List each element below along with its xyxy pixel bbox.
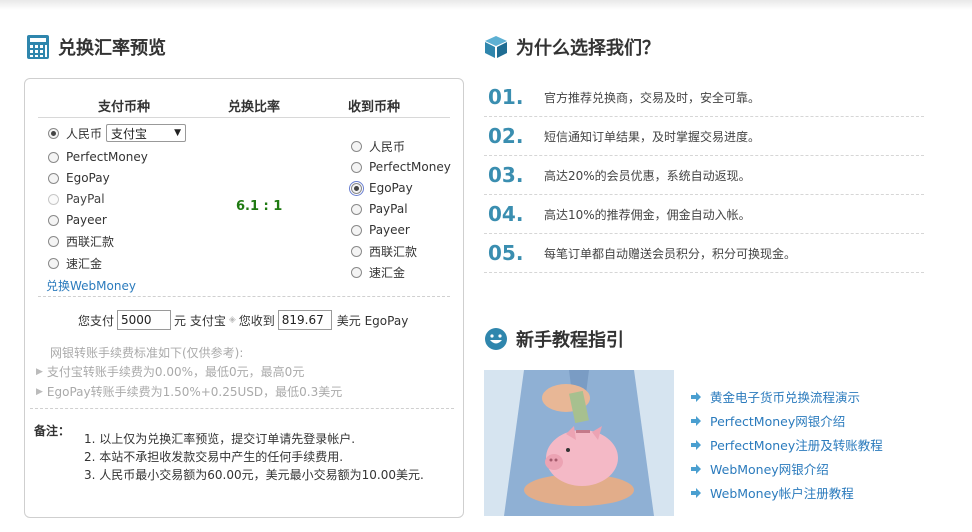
receive-option-moneygram[interactable]: 速汇金: [351, 263, 405, 281]
pay-amount-input[interactable]: 5000: [117, 310, 172, 330]
guide-link-perfectmoney-intro[interactable]: PerfectMoney网银介绍: [690, 411, 845, 430]
arrow-right-icon: [691, 415, 701, 426]
pay-option-cny[interactable]: 人民币 支付宝 ▼: [48, 124, 187, 142]
arrow-right-icon: [691, 463, 701, 474]
options-divider: [38, 296, 450, 297]
receive-option-payeer[interactable]: Payeer: [351, 221, 410, 239]
receive-option-cny[interactable]: 人民币: [351, 137, 405, 155]
guide-link-perfectmoney-tutorial[interactable]: PerfectMoney注册及转账教程: [690, 435, 883, 454]
rate-preview-title-text: 兑换汇率预览: [58, 38, 166, 59]
why-item: 03. 高达20%的会员优惠，系统自动返现。: [484, 156, 924, 195]
pay-currency-header: 支付币种: [98, 100, 151, 115]
header-divider: [38, 117, 450, 118]
piggy-bank-photo: [484, 370, 674, 516]
smiley-icon: [485, 328, 507, 350]
pay-radio-cny[interactable]: [48, 127, 59, 139]
why-item: 04. 高达10%的推荐佣金，佣金自动入帐。: [484, 195, 924, 234]
receive-option-paypal[interactable]: PayPal: [351, 200, 408, 218]
rate-preview-title: 兑换汇率预览: [26, 34, 166, 60]
fee-heading: 网银转账手续费标准如下(仅供参考):: [50, 346, 244, 360]
bullet-icon: ▶: [36, 386, 43, 397]
why-item: 02. 短信通知订单结果，及时掌握交易进度。: [484, 117, 924, 156]
why-choose-us-title: 为什么选择我们？: [484, 34, 660, 60]
why-item: 05. 每笔订单都自动赠送会员积分，积分可换现金。: [484, 234, 924, 273]
notes-label: 备注：: [34, 424, 71, 438]
pay-option-paypal[interactable]: PayPal: [48, 190, 105, 208]
fee-line-alipay: ▶ 支付宝转账手续费为0.00%，最低0元，最高0元: [36, 365, 305, 379]
exchange-calc-row: 您支付 5000 元 支付宝 ◈ 您收到 819.67 美元 EgoPay: [78, 310, 408, 330]
receive-currency-header: 收到币种: [348, 100, 401, 115]
note-item: 2. 本站不承担收发款交易中产生的任何手续费用.: [84, 450, 344, 464]
fees-divider: [30, 408, 454, 409]
receive-amount-input[interactable]: 819.67: [277, 310, 332, 330]
pay-option-egopay[interactable]: EgoPay: [48, 169, 110, 187]
guide-link-webmoney-intro[interactable]: WebMoney网银介绍: [690, 459, 829, 478]
arrow-right-icon: [691, 487, 701, 498]
note-item: 3. 人民币最小交易额为60.00元，美元最小交易额为10.00美元.: [84, 468, 424, 482]
fee-line-egopay: ▶ EgoPay转账手续费为1.50%+0.25USD，最低0.3美元: [36, 385, 343, 399]
pay-option-moneygram[interactable]: 速汇金: [48, 254, 102, 272]
cube-icon: [485, 36, 507, 58]
chevron-down-icon: ▼: [174, 128, 182, 138]
receive-option-western-union[interactable]: 西联汇款: [351, 242, 417, 260]
pay-option-payeer[interactable]: Payeer: [48, 211, 107, 229]
pay-option-western-union[interactable]: 西联汇款: [48, 232, 114, 250]
pay-option-perfectmoney[interactable]: PerfectMoney: [48, 148, 148, 166]
guide-link-exchange-process[interactable]: 黄金电子货币兑换流程演示: [690, 387, 860, 406]
beginner-guide-title: 新手教程指引: [484, 326, 624, 352]
exchange-webmoney-link[interactable]: 兑换WebMoney: [46, 277, 136, 294]
note-item: 1. 以上仅为兑换汇率预览，提交订单请先登录帐户.: [84, 432, 356, 446]
guide-link-webmoney-register[interactable]: WebMoney帐户注册教程: [690, 483, 854, 502]
why-item: 01. 官方推荐兑换商，交易及时，安全可靠。: [484, 78, 924, 117]
bullet-icon: ▶: [36, 366, 43, 377]
receive-option-egopay[interactable]: EgoPay: [349, 179, 413, 197]
piggy-bank-illustration: [484, 370, 674, 516]
exchange-rate-value: 6.1 : 1: [236, 199, 283, 214]
arrow-right-icon: [691, 391, 701, 402]
calculator-icon: [27, 35, 49, 59]
swap-icon: ◈: [228, 315, 236, 325]
receive-option-perfectmoney[interactable]: PerfectMoney: [351, 158, 451, 176]
arrow-right-icon: [691, 439, 701, 450]
rate-header: 兑换比率: [228, 100, 281, 115]
pay-method-select[interactable]: 支付宝 ▼: [106, 124, 187, 142]
top-shadow-bar: [0, 0, 972, 10]
